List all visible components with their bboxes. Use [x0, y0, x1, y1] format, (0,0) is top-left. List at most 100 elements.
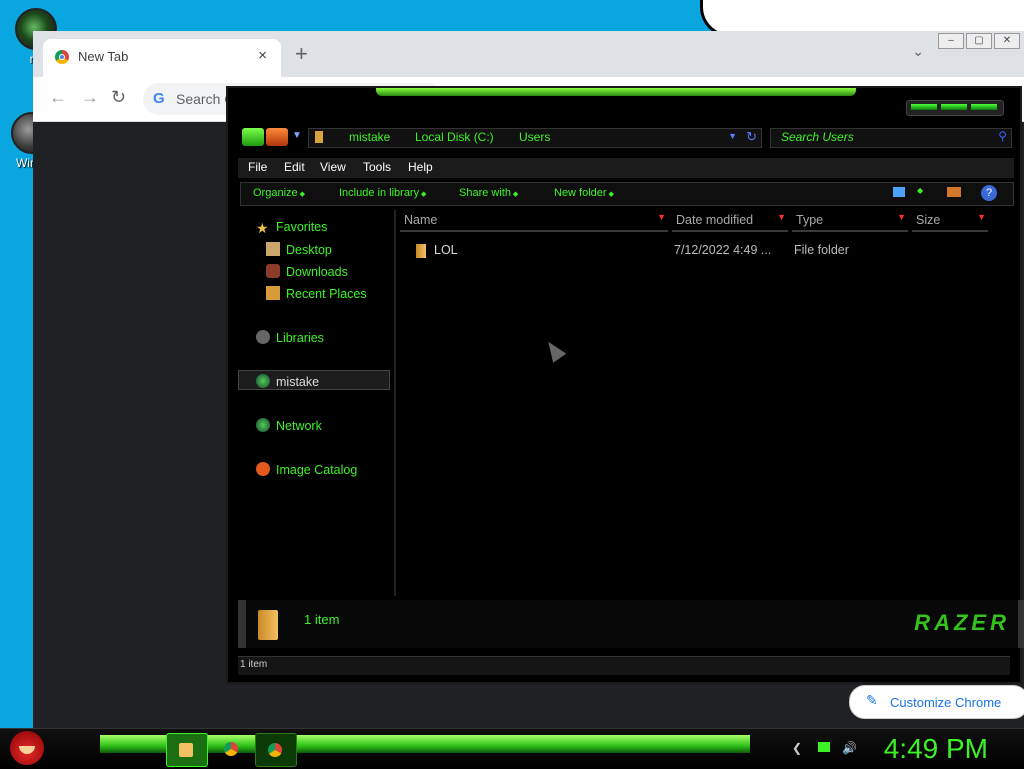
volume-icon[interactable]: 🔊 [842, 741, 857, 755]
file-row[interactable]: LOL 7/12/2022 4:49 ... File folder [412, 242, 1012, 260]
nav-catalog-label: Image Catalog [276, 463, 358, 477]
column-type[interactable]: Type ▼ [792, 210, 908, 232]
customize-chrome-button[interactable]: ✎ Customize Chrome [849, 685, 1024, 719]
view-icon[interactable] [893, 187, 905, 197]
navigation-pane: ★ Favorites Desktop Downloads Recent Plac… [238, 210, 396, 596]
nav-network[interactable]: Network [256, 418, 322, 433]
customize-chrome-label: Customize Chrome [890, 695, 1002, 710]
taskbar: ❮ 🔊 4:49 PM [0, 728, 1024, 769]
menu-edit[interactable]: Edit [284, 160, 305, 174]
star-icon: ★ [256, 220, 269, 236]
menu-view[interactable]: View [320, 160, 346, 174]
tab-new-tab[interactable]: New Tab × [43, 39, 281, 77]
sort-arrow-icon: ▼ [777, 212, 786, 222]
column-headers: Name ▼ Date modified ▼ Type ▼ Size ▼ [400, 210, 1014, 232]
file-name: LOL [434, 243, 458, 257]
nav-favorites[interactable]: ★ Favorites [256, 220, 327, 235]
new-folder-button[interactable]: New folder [554, 187, 614, 199]
address-row: ▼ mistake Local Disk (C:) Users ▼ ↻ Sear… [242, 128, 1012, 150]
tab-close-button[interactable]: × [258, 47, 267, 64]
minimize-button[interactable]: – [938, 33, 964, 49]
desktop-icon [266, 242, 280, 256]
help-icon[interactable]: ? [981, 185, 997, 201]
sort-arrow-icon: ▼ [897, 212, 906, 222]
search-icon: ⚲ [998, 129, 1007, 143]
razer-logo: RAZER [914, 610, 1010, 635]
folder-icon [315, 131, 323, 143]
close-button[interactable]: ✕ [994, 33, 1020, 49]
view-dropdown-icon[interactable]: ◆ [917, 186, 923, 195]
window-controls [906, 100, 1004, 116]
nav-recent-places[interactable]: Recent Places [266, 286, 367, 301]
user-folder-icon [256, 374, 270, 388]
column-date-modified[interactable]: Date modified ▼ [672, 210, 788, 232]
menu-tools[interactable]: Tools [363, 160, 391, 174]
network-icon [256, 418, 270, 432]
close-button[interactable] [971, 104, 997, 110]
tray-overflow-icon[interactable]: ❮ [792, 741, 802, 755]
image-catalog-icon [256, 462, 270, 476]
breadcrumb-users[interactable]: Users [519, 130, 550, 144]
address-dropdown-icon[interactable]: ▼ [728, 131, 737, 141]
command-bar: Organize Include in library Share with N… [240, 182, 1014, 206]
mouse-cursor-icon [541, 337, 567, 363]
status-bar: 1 item [238, 656, 1010, 675]
breadcrumb-local-disk[interactable]: Local Disk (C:) [415, 130, 494, 144]
address-bar[interactable]: mistake Local Disk (C:) Users ▼ ↻ [308, 128, 762, 148]
breadcrumb-mistake[interactable]: mistake [349, 130, 390, 144]
search-input[interactable]: Search Users ⚲ [770, 128, 1012, 148]
file-date: 7/12/2022 4:49 ... [674, 243, 772, 257]
taskbar-chrome-button[interactable] [212, 733, 252, 765]
taskbar-chrome-button-2[interactable] [255, 733, 297, 767]
nav-image-catalog[interactable]: Image Catalog [256, 462, 357, 477]
column-type-label: Type [796, 213, 824, 227]
maximize-button[interactable]: ▢ [966, 33, 992, 49]
maximize-button[interactable] [941, 104, 967, 110]
network-tray-icon[interactable] [818, 742, 830, 752]
forward-button[interactable] [266, 128, 288, 146]
back-button[interactable] [242, 128, 264, 146]
downloads-icon [266, 264, 280, 278]
include-in-library-button[interactable]: Include in library [339, 187, 426, 199]
nav-user-mistake[interactable]: mistake [256, 374, 319, 389]
tab-search-dropdown[interactable]: ⌄ [912, 43, 924, 60]
folder-icon [416, 244, 426, 258]
forward-icon[interactable]: → [81, 87, 99, 108]
details-item-count: 1 item [304, 612, 340, 627]
back-icon[interactable]: ← [49, 87, 67, 108]
folder-icon [258, 610, 278, 640]
menu-help[interactable]: Help [408, 160, 433, 174]
chrome-tabstrip: New Tab × + ⌄ – ▢ ✕ [33, 31, 1024, 77]
nav-favorites-label: Favorites [276, 220, 328, 234]
nav-libraries-label: Libraries [276, 331, 324, 345]
nav-downloads[interactable]: Downloads [266, 264, 348, 279]
minimize-button[interactable] [911, 104, 937, 110]
recent-pages-dropdown-icon[interactable]: ▼ [292, 130, 302, 141]
explorer-icon [179, 743, 193, 757]
search-placeholder: Search Users [781, 130, 854, 144]
recent-places-icon [266, 286, 280, 300]
taskbar-clock[interactable]: 4:49 PM [884, 733, 988, 765]
sort-arrow-icon: ▼ [657, 212, 666, 222]
window-controls: – ▢ ✕ [938, 33, 1020, 49]
status-text: 1 item [240, 659, 268, 670]
nav-desktop[interactable]: Desktop [266, 242, 332, 257]
share-with-button[interactable]: Share with [459, 187, 518, 199]
refresh-icon[interactable]: ↻ [746, 129, 757, 145]
menu-file[interactable]: File [248, 160, 267, 174]
preview-pane-icon[interactable] [947, 187, 961, 197]
nav-network-label: Network [276, 419, 322, 433]
organize-button[interactable]: Organize [253, 187, 305, 199]
nav-downloads-label: Downloads [286, 265, 348, 279]
window-glow-bar [376, 88, 856, 96]
chrome-icon [224, 742, 238, 756]
nav-user-label: mistake [276, 375, 320, 389]
taskbar-explorer-button[interactable] [166, 733, 208, 767]
tab-title: New Tab [78, 49, 129, 64]
nav-libraries[interactable]: Libraries [256, 330, 324, 345]
start-button[interactable] [10, 731, 44, 765]
reload-icon[interactable]: ↻ [111, 87, 126, 108]
column-size[interactable]: Size ▼ [912, 210, 988, 232]
new-tab-button[interactable]: + [295, 43, 308, 65]
column-name[interactable]: Name ▼ [400, 210, 668, 232]
